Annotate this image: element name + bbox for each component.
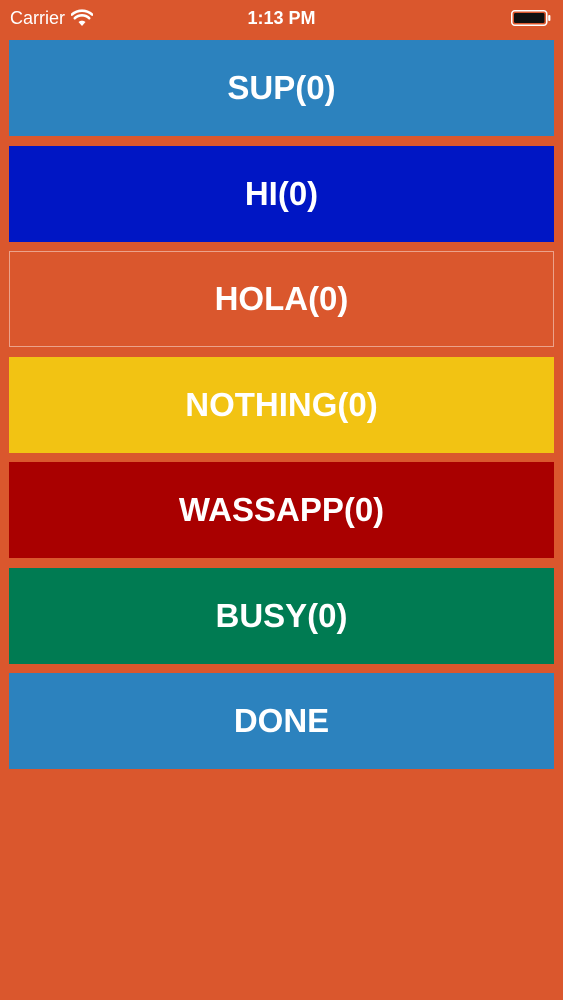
battery-icon [511, 10, 551, 26]
busy-button[interactable]: BUSY(0) [9, 567, 554, 664]
status-time: 1:13 PM [247, 8, 316, 28]
done-button[interactable]: DONE [9, 673, 554, 769]
nothing-button[interactable]: NOTHING(0) [9, 356, 554, 453]
sup-button[interactable]: SUP(0) [9, 40, 554, 136]
hi-button[interactable]: HI(0) [9, 145, 554, 242]
wassapp-button[interactable]: WASSAPP(0) [9, 462, 554, 558]
status-bar: Carrier 1:13 PM [0, 0, 563, 36]
hola-button[interactable]: HOLA(0) [9, 251, 554, 347]
